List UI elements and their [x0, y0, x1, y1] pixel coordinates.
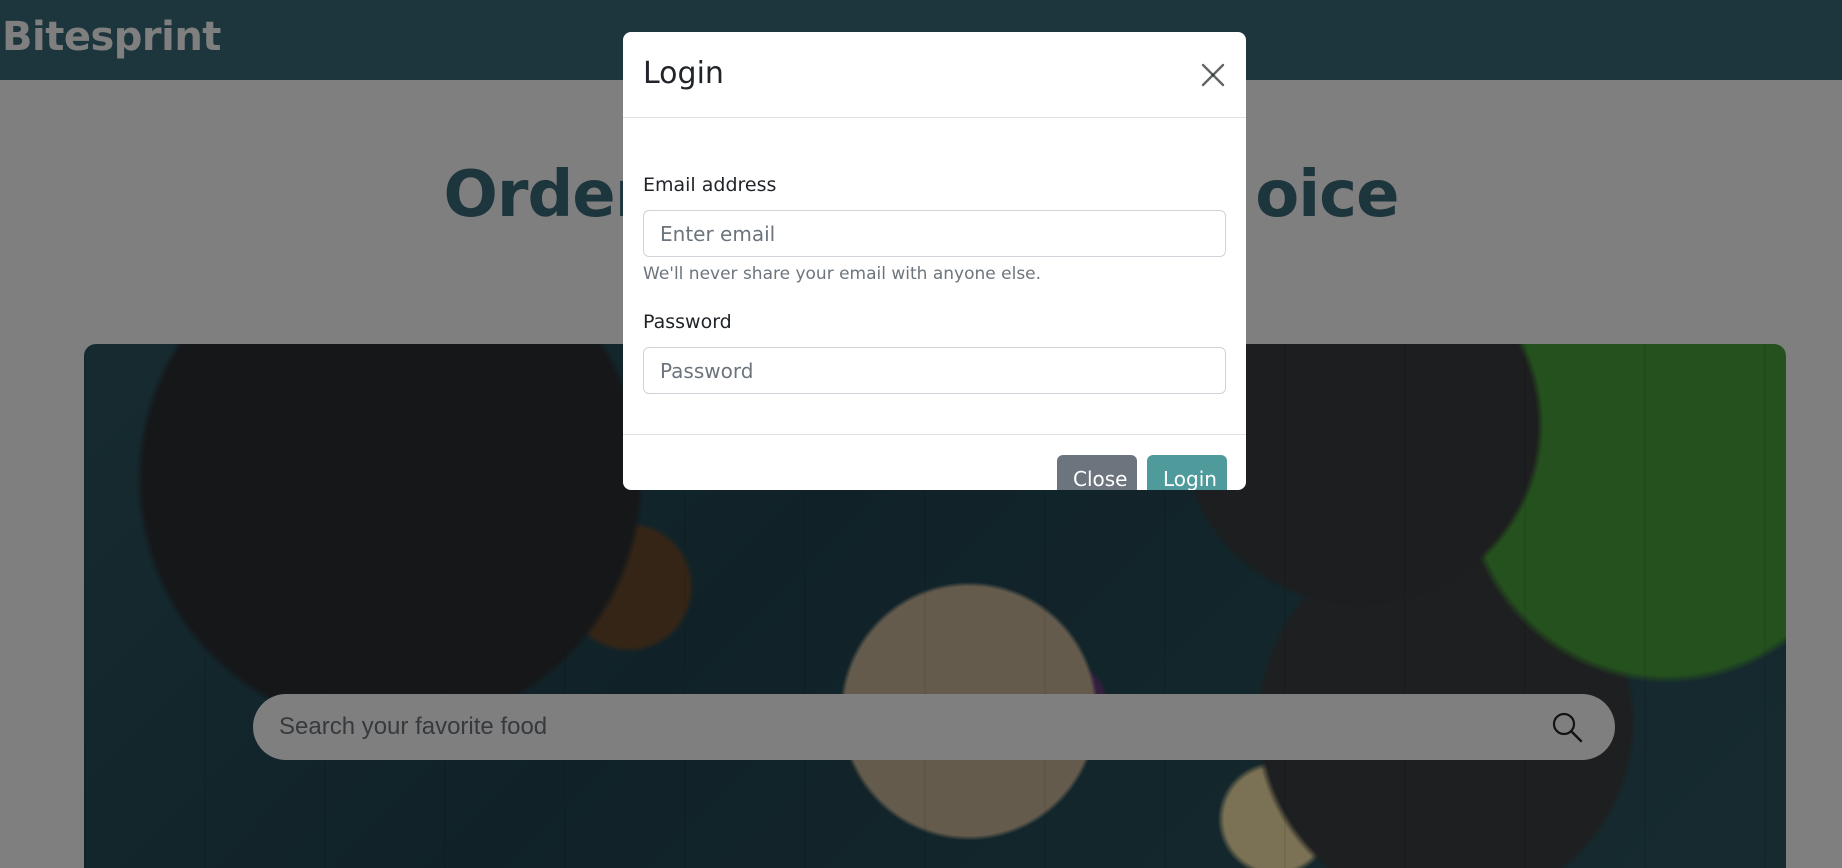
- close-button[interactable]: Close: [1057, 455, 1137, 490]
- close-icon: [1196, 58, 1230, 92]
- password-field[interactable]: [643, 347, 1226, 394]
- modal-header: Login: [623, 32, 1246, 118]
- password-label: Password: [643, 311, 732, 333]
- modal-title: Login: [643, 56, 724, 91]
- email-help-text: We'll never share your email with anyone…: [643, 264, 1042, 284]
- modal-footer: Close Login: [623, 434, 1246, 490]
- close-icon-button[interactable]: [1196, 58, 1230, 92]
- login-button[interactable]: Login: [1147, 455, 1227, 490]
- email-field[interactable]: [643, 210, 1226, 257]
- login-modal: Login Email address We'll never share yo…: [623, 32, 1246, 490]
- email-label: Email address: [643, 174, 777, 196]
